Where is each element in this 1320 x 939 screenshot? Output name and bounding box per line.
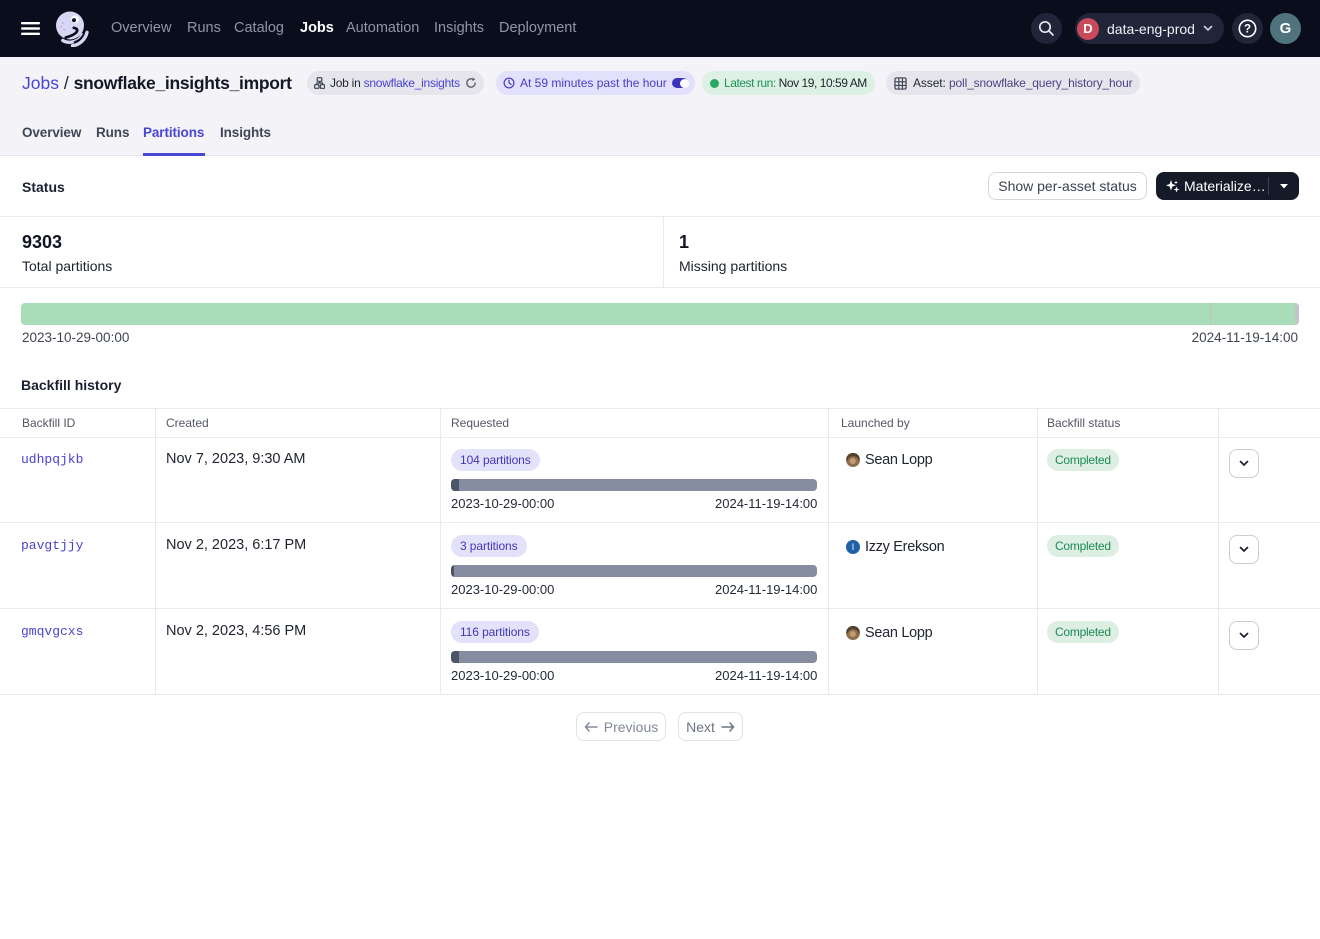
svg-text:?: ? [1244,24,1251,36]
